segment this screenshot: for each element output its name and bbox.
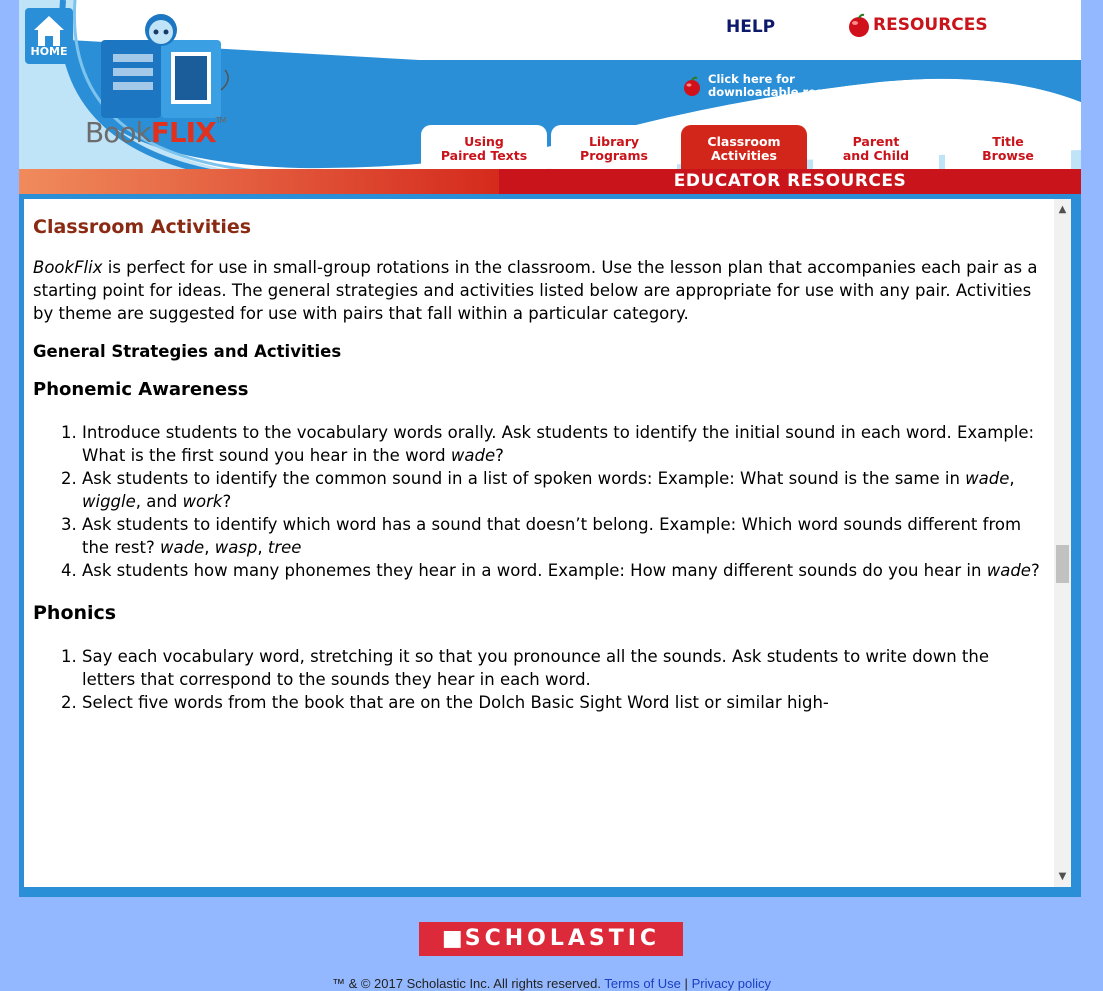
phonics-heading: Phonics (33, 602, 117, 624)
tab-label-line: Browse (982, 148, 1034, 163)
page-title: Classroom Activities (33, 216, 252, 238)
scroll-up-icon[interactable]: ▲ (1054, 201, 1071, 218)
home-button[interactable]: HOME (25, 8, 73, 64)
reader-book-icon (101, 14, 229, 118)
content-scrollbar[interactable]: ▲ ▼ (1054, 199, 1071, 887)
help-link[interactable]: HELP (726, 17, 775, 37)
tab-using-paired-texts[interactable]: Using Paired Texts (421, 125, 547, 169)
tab-classroom-activities[interactable]: Classroom Activities (681, 125, 807, 169)
general-strategies-heading: General Strategies and Activities (33, 342, 342, 361)
list-item: Ask students to identify the common soun… (82, 467, 1044, 513)
intro-text: is perfect for use in small-group rotati… (33, 258, 1038, 323)
tab-label-line: Parent (852, 134, 900, 149)
section-label: EDUCATOR RESOURCES (673, 171, 907, 191)
wordmark-book: Book (85, 116, 152, 149)
scroll-down-icon[interactable]: ▼ (1054, 868, 1071, 885)
phonemic-list: Introduce students to the vocabulary wor… (33, 421, 1044, 582)
apple-icon (684, 76, 700, 96)
content-panel: Classroom Activities BookFlix is perfect… (24, 199, 1054, 887)
copyright-text: ™ & © 2017 Scholastic Inc. All rights re… (331, 976, 601, 991)
privacy-policy-link[interactable]: Privacy policy (692, 976, 771, 991)
bookflix-wordmark: BookFLIXTM (85, 116, 227, 149)
intro-brand: BookFlix (33, 258, 103, 277)
site-header: BookFLIXTM HOME HELP RESOURCES Click her… (19, 0, 1081, 194)
list-item: Ask students how many phonemes they hear… (82, 559, 1044, 582)
section-bar-gradient (19, 169, 499, 194)
list-item: Select five words from the book that are… (82, 691, 1044, 714)
tab-label-line: Activities (711, 148, 777, 163)
house-icon (34, 16, 64, 46)
open-book-icon: ■ (441, 926, 463, 951)
phonemic-awareness-heading: Phonemic Awareness (33, 379, 249, 400)
tab-library-programs[interactable]: Library Programs (551, 125, 677, 169)
downloadable-resources-link[interactable]: Click here for downloadable resources (682, 73, 866, 99)
copyright-line: ™ & © 2017 Scholastic Inc. All rights re… (0, 976, 1103, 991)
home-label: HOME (30, 45, 68, 58)
list-item: Introduce students to the vocabulary wor… (82, 421, 1044, 467)
resources-link[interactable]: RESOURCES (847, 13, 988, 37)
wordmark-tm: TM (215, 116, 227, 125)
scholastic-logo[interactable]: ■SCHOLASTIC (419, 922, 683, 956)
intro-paragraph: BookFlix is perfect for use in small-gro… (33, 256, 1044, 325)
list-item: Ask students to identify which word has … (82, 513, 1044, 559)
scholastic-wordmark: SCHOLASTIC (464, 926, 661, 951)
resources-label: RESOURCES (873, 15, 988, 35)
terms-of-use-link[interactable]: Terms of Use (604, 976, 681, 991)
tab-label-line: Paired Texts (440, 148, 528, 163)
apple-icon (849, 13, 869, 37)
download-line-2: downloadable resources (708, 85, 867, 99)
tab-label-line: Using (464, 134, 504, 149)
tab-title-browse[interactable]: Title Browse (945, 125, 1071, 169)
scrollbar-thumb[interactable] (1056, 545, 1069, 583)
wordmark-flix: FLIX (150, 116, 217, 149)
tab-label-line: Programs (580, 148, 648, 163)
tab-label-line: Classroom (707, 134, 781, 149)
footer-separator: | (684, 976, 688, 991)
list-item: Say each vocabulary word, stretching it … (82, 645, 1044, 691)
section-bar: EDUCATOR RESOURCES (19, 169, 1081, 194)
tab-label-line: Title (992, 134, 1024, 149)
tab-label-line: Library (588, 134, 640, 149)
phonics-list: Say each vocabulary word, stretching it … (33, 645, 1044, 714)
tab-parent-and-child[interactable]: Parent and Child (813, 125, 939, 169)
tab-label-line: and Child (842, 148, 910, 163)
